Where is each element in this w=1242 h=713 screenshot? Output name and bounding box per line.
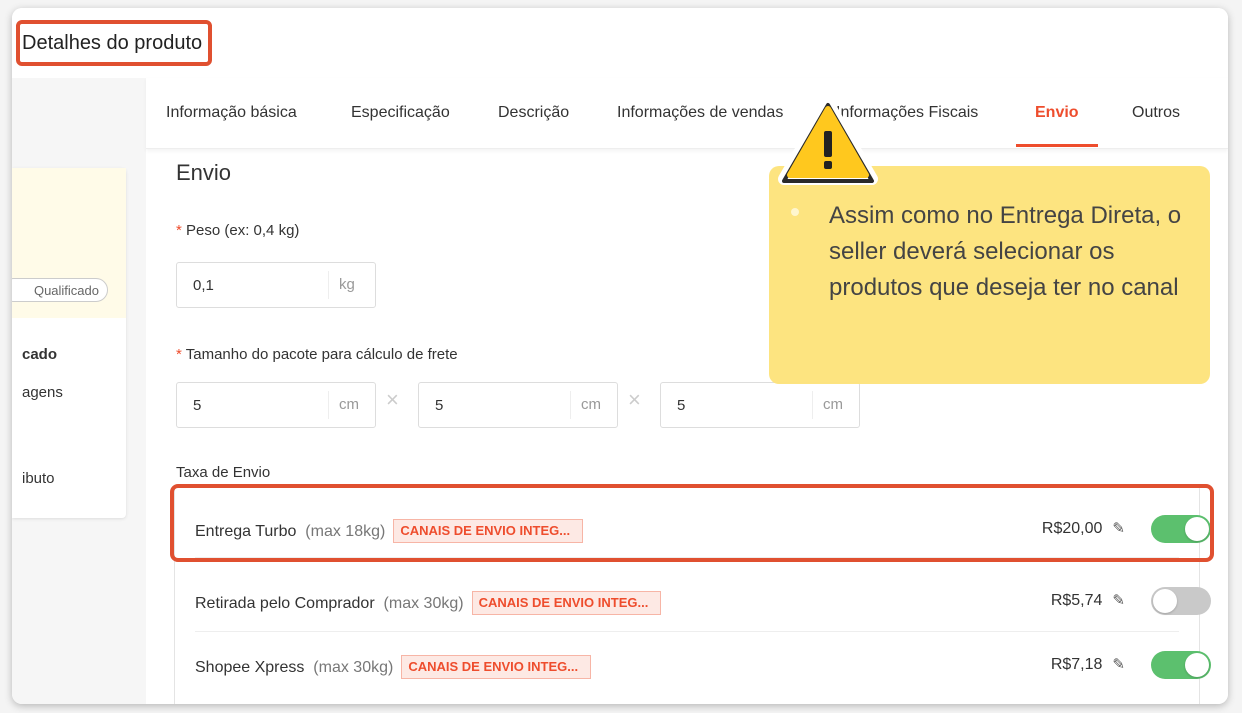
package-label-text: Tamanho do pacote para cálculo de frete [185,346,458,363]
left-item[interactable]: cado [22,346,57,363]
integrated-channel-tag: CANAIS DE ENVIO INTEG... [471,591,662,615]
weight-value: 0,1 [193,277,214,294]
weight-label-text: Peso (ex: 0,4 kg) [186,222,300,239]
shipping-name: Retirada pelo Comprador (max 30kg) CANAIS… [195,591,662,615]
bullet-icon [791,208,799,216]
package-height-field[interactable]: 5 cm [660,382,860,428]
shipping-fee-label: Taxa de Envio [176,464,271,481]
required-mark: * [176,346,182,363]
section-title: Envio [176,160,232,185]
row-highlight [170,484,1214,562]
divider [195,631,1179,632]
title-highlight [16,20,212,66]
tab-shipping[interactable]: Envio [1035,104,1079,122]
pencil-icon[interactable]: ✎ [1112,591,1125,609]
shipping-row: Retirada pelo Comprador (max 30kg) CANAIS… [195,573,1211,629]
dim-unit: cm [328,391,375,419]
weight-field[interactable]: 0,1 kg [176,262,376,308]
dim-unit: cm [812,391,859,419]
tab-specification[interactable]: Especificação [351,104,450,122]
left-panel: Qualificado cado agens ibuto [12,78,146,704]
shipping-toggle[interactable] [1151,651,1211,679]
dim-unit: cm [570,391,617,419]
times-icon: × [628,387,641,412]
integrated-channel-tag: CANAIS DE ENVIO INTEG... [401,655,592,679]
shipping-name-text: Shopee Xpress [195,659,305,676]
package-length-field[interactable]: 5 cm [176,382,376,428]
price-text: R$7,18 [1050,656,1103,673]
left-item[interactable]: agens [22,384,63,401]
callout-text: Assim como no Entrega Direta, o seller d… [829,202,1182,301]
warning-icon [778,97,878,185]
required-mark: * [176,222,182,239]
tab-description[interactable]: Descrição [498,104,569,122]
qualified-badge: Qualificado [12,278,108,302]
price-text: R$5,74 [1050,592,1103,609]
shipping-price: R$5,74 ✎ [1051,591,1125,610]
shipping-row: Shopee Xpress (max 30kg) CANAIS DE ENVIO … [195,637,1211,693]
left-item[interactable]: ibuto [22,470,55,487]
shipping-name-text: Retirada pelo Comprador [195,595,375,612]
callout-note: Assim como no Entrega Direta, o seller d… [769,166,1210,384]
tab-bar: Informação básica Especificação Descriçã… [146,78,1228,149]
dim-value: 5 [193,397,202,414]
left-card-header: Qualificado [12,168,126,318]
times-icon: × [386,387,399,412]
weight-label: * Peso (ex: 0,4 kg) [176,222,299,239]
dim-value: 5 [435,397,444,414]
weight-unit: kg [328,271,375,299]
active-tab-indicator [1016,144,1098,147]
pencil-icon[interactable]: ✎ [1112,655,1125,673]
shipping-max: (max 30kg) [383,595,464,612]
shipping-price: R$7,18 ✎ [1051,655,1125,674]
shipping-name: Shopee Xpress (max 30kg) CANAIS DE ENVIO … [195,655,592,679]
package-label: * Tamanho do pacote para cálculo de fret… [176,346,458,363]
left-card: Qualificado cado agens ibuto [12,168,126,518]
tab-others[interactable]: Outros [1132,104,1180,122]
dim-value: 5 [677,397,686,414]
toggle-knob [1185,653,1209,677]
shipping-toggle[interactable] [1151,587,1211,615]
package-width-field[interactable]: 5 cm [418,382,618,428]
toggle-knob [1153,589,1177,613]
tab-sales-info[interactable]: Informações de vendas [617,104,783,122]
shipping-max: (max 30kg) [313,659,394,676]
tab-basic-info[interactable]: Informação básica [166,104,297,122]
